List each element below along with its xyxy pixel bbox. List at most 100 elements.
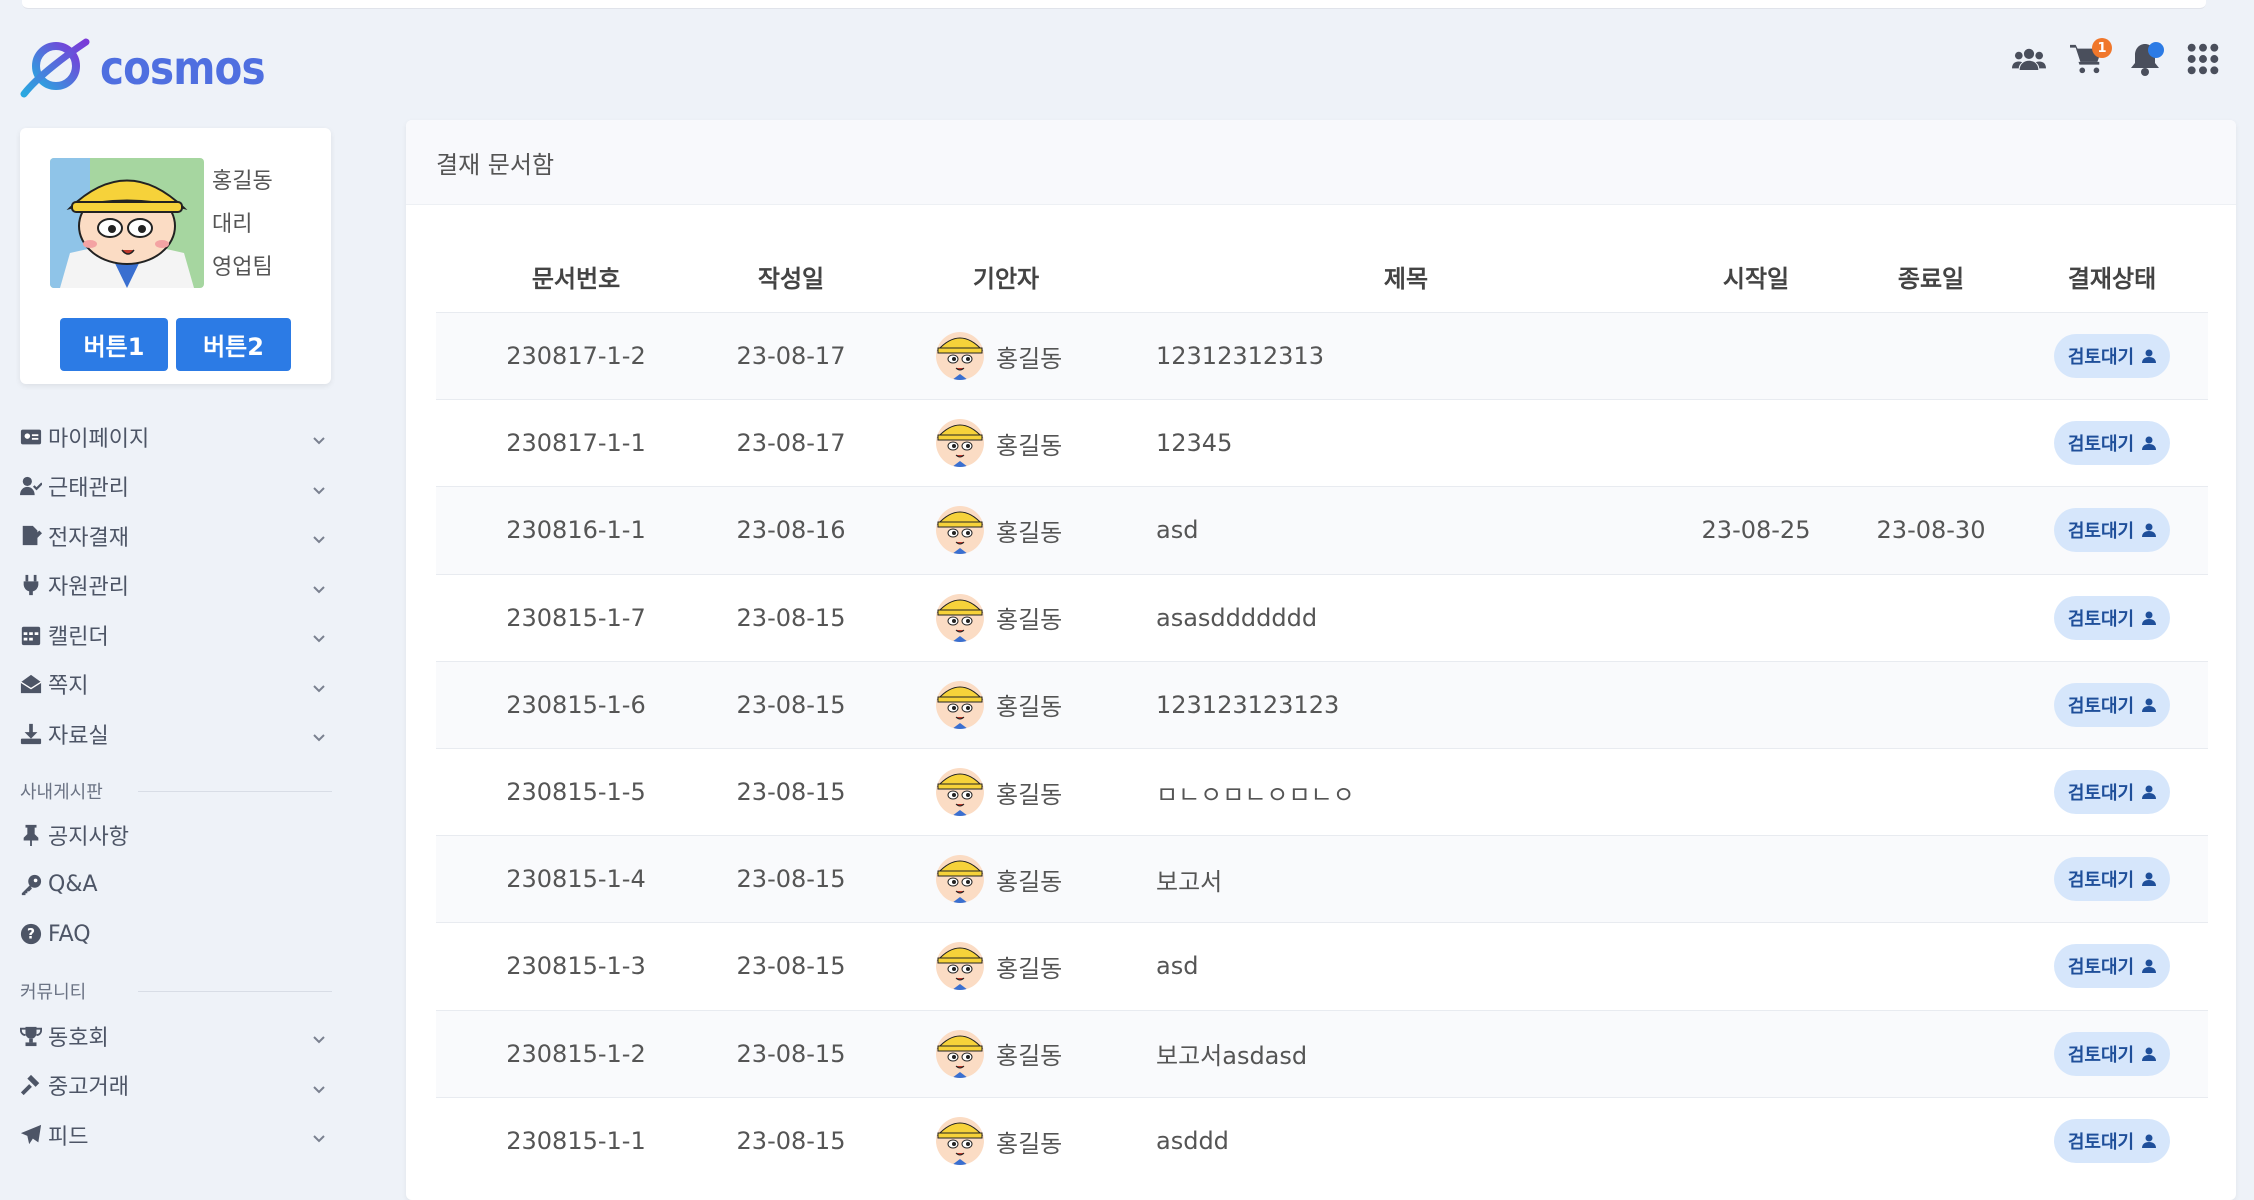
status-badge[interactable]: 검토대기 [2053,944,2171,989]
doc-number: 230815-1-6 [506,690,646,719]
doc-number: 230817-1-1 [506,429,646,458]
button-2[interactable]: 버튼2 [176,318,291,371]
planet-logo-icon [20,38,90,98]
sidebar-item-market[interactable]: 중고거래 [20,1061,332,1111]
button-1[interactable]: 버튼1 [60,318,168,371]
document-title-link[interactable]: 12312312313 [1146,313,1666,400]
drafter-avatar [936,419,984,468]
sidebar-item-approval[interactable]: 전자결재 [20,511,332,561]
start-date [1666,574,1846,661]
column-header[interactable]: 종료일 [1846,240,2016,313]
key-icon [20,873,44,897]
sidebar-item-label: 동호회 [48,1025,109,1051]
status-badge[interactable]: 검토대기 [2053,1119,2171,1164]
doc-number: 230815-1-3 [506,952,646,981]
header-actions: 1 [2010,38,2222,78]
sidebar-item-attendance[interactable]: 근태관리 [20,462,332,512]
sidebar-item-messages[interactable]: 쪽지 [20,660,332,710]
column-header[interactable]: 결재상태 [2016,240,2208,313]
doc-number: 230815-1-2 [506,1039,646,1068]
document-title-link[interactable]: 보고서 [1146,836,1666,923]
drafter-name: 홍길동 [996,1042,1063,1071]
table-row[interactable]: 230817-1-2 23-08-17 홍길동 12312312313 검토대기 [436,312,2208,400]
status-badge[interactable]: 검토대기 [2053,857,2171,902]
sidebar-item-feed[interactable]: 피드 [20,1110,332,1160]
apps-grid-icon[interactable] [2184,40,2222,78]
table-row[interactable]: 230815-1-7 23-08-15 홍길동 asasddddddd 검토대기 [436,574,2208,662]
drafter-cell: 홍길동 [866,661,1146,748]
doc-number: 230817-1-2 [506,342,646,371]
status-cell: 검토대기 [2016,923,2208,1010]
column-header[interactable]: 문서번호 [436,240,716,313]
brand-name: cosmos [100,41,266,95]
sidebar-item-archive[interactable]: 자료실 [20,709,332,759]
drafter-name: 홍길동 [996,867,1063,896]
end-date [1846,836,2016,923]
cart-icon[interactable]: 1 [2068,38,2112,78]
drafter-avatar [936,332,984,381]
plug-icon [20,573,44,597]
envelope-open-icon [20,672,44,696]
table-row[interactable]: 230816-1-1 23-08-16 홍길동 asd 23-08-25 23-… [436,486,2208,575]
profile-buttons: 버튼1 버튼2 [60,318,291,371]
created-date: 23-08-16 [736,516,846,545]
table-row[interactable]: 230815-1-3 23-08-15 홍길동 asd 검토대기 [436,922,2208,1010]
status-badge[interactable]: 검토대기 [2053,508,2171,553]
bell-icon[interactable] [2126,40,2164,78]
status-badge[interactable]: 검토대기 [2053,1031,2171,1076]
status-badge[interactable]: 검토대기 [2053,595,2171,640]
drafter-avatar [936,768,984,817]
table-row[interactable]: 230815-1-1 23-08-15 홍길동 asddd 검토대기 [436,1097,2208,1185]
app-logo[interactable]: cosmos [18,36,287,100]
start-date [1666,1097,1846,1184]
table-row[interactable]: 230817-1-1 23-08-17 홍길동 12345 검토대기 [436,399,2208,487]
table-row[interactable]: 230815-1-4 23-08-15 홍길동 보고서 검토대기 [436,835,2208,923]
download-icon [20,722,44,746]
status-badge[interactable]: 검토대기 [2053,421,2171,466]
document-title-link[interactable]: asasddddddd [1146,574,1666,661]
sidebar-nav: 마이페이지 근태관리 전자결재 자원관리 캘린더 쪽지 자료실 사내게시판 공지… [20,412,332,1160]
column-header[interactable]: 기안자 [866,240,1146,313]
created-date: 23-08-15 [736,1039,846,1068]
document-title-link[interactable]: asddd [1146,1097,1666,1184]
sidebar-item-calendar[interactable]: 캘린더 [20,610,332,660]
table-row[interactable]: 230815-1-5 23-08-15 홍길동 ㅁㄴㅇㅁㄴㅇㅁㄴㅇ 검토대기 [436,748,2208,836]
doc-number: 230815-1-4 [506,865,646,894]
document-title-link[interactable]: 보고서asdasd [1146,1010,1666,1097]
sidebar-item-mypage[interactable]: 마이페이지 [20,412,332,462]
table-row[interactable]: 230815-1-2 23-08-15 홍길동 보고서asdasd 검토대기 [436,1010,2208,1098]
status-badge[interactable]: 검토대기 [2053,770,2171,815]
document-title-link[interactable]: 12345 [1146,400,1666,487]
sidebar-item-qna[interactable]: Q&A [20,860,332,910]
column-header[interactable]: 작성일 [716,240,866,313]
sidebar-item-resources[interactable]: 자원관리 [20,561,332,611]
column-header[interactable]: 시작일 [1666,240,1846,313]
sidebar-item-club[interactable]: 동호회 [20,1011,332,1061]
document-title-link[interactable]: asd [1146,487,1666,574]
profile-avatar[interactable] [50,158,204,288]
user-icon [2142,1047,2157,1061]
created-date: 23-08-15 [736,1127,846,1156]
table-header-row: 문서번호 작성일 기안자 제목 시작일 종료일 결재상태 [436,240,2208,313]
status-cell: 검토대기 [2016,748,2208,835]
doc-number: 230815-1-5 [506,778,646,807]
document-title-link[interactable]: ㅁㄴㅇㅁㄴㅇㅁㄴㅇ [1146,748,1666,835]
drafter-name: 홍길동 [996,606,1063,635]
users-icon[interactable] [2010,40,2048,78]
created-date: 23-08-17 [736,342,846,371]
document-title-link[interactable]: 123123123123 [1146,661,1666,748]
status-badge[interactable]: 검토대기 [2053,334,2171,379]
column-header[interactable]: 제목 [1146,240,1666,313]
end-date [1846,313,2016,400]
sidebar-item-faq[interactable]: ? FAQ [20,910,332,960]
sidebar-item-notice[interactable]: 공지사항 [20,811,332,861]
document-title-link[interactable]: asd [1146,923,1666,1010]
user-icon [2142,698,2157,712]
status-cell: 검토대기 [2016,574,2208,661]
table-row[interactable]: 230815-1-6 23-08-15 홍길동 123123123123 검토대… [436,661,2208,749]
status-badge[interactable]: 검토대기 [2053,682,2171,727]
status-cell: 검토대기 [2016,400,2208,487]
id-card-icon [20,425,44,449]
drafter-cell: 홍길동 [866,1097,1146,1184]
svg-text:?: ? [27,927,35,943]
